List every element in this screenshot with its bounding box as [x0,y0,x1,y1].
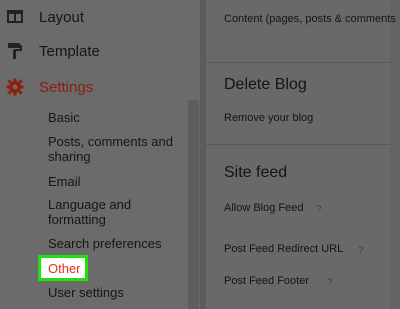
main-panel-edge [390,0,400,309]
help-icon[interactable]: ? [313,203,325,215]
main-panel [206,0,400,309]
section-divider [206,144,390,145]
section-divider [206,62,390,63]
settings-item-email[interactable]: Email [48,174,81,189]
help-icon[interactable]: ? [355,244,367,256]
sidebar-scrollbar-thumb[interactable] [188,100,199,309]
delete-blog-heading: Delete Blog [224,76,307,93]
paint-roller-icon [8,43,22,59]
sidebar-item-label: Layout [39,8,85,26]
settings-item-user-settings[interactable]: User settings [48,285,124,300]
sidebar-item-label: Template [39,42,100,60]
gear-icon [6,78,24,96]
settings-item-basic[interactable]: Basic [48,110,80,125]
remove-blog-link[interactable]: Remove your blog [224,112,313,124]
post-feed-redirect-url-label: Post Feed Redirect URL [224,243,344,255]
settings-item-other[interactable]: Other [48,261,81,276]
allow-blog-feed-label: Allow Blog Feed [224,202,304,214]
sidebar-item-layout[interactable]: Layout [0,3,186,31]
sidebar-item-template[interactable]: Template [0,37,186,65]
settings-item-language-formatting[interactable]: Language and formatting [48,197,138,227]
sidebar: Layout Template Settings Basic Posts, co… [0,0,200,309]
post-feed-footer-label: Post Feed Footer [224,275,309,287]
help-icon[interactable]: ? [324,276,336,288]
sidebar-item-settings[interactable]: Settings [0,73,186,101]
content-row-label: Content (pages, posts & comments [224,13,396,25]
site-feed-heading: Site feed [224,164,288,181]
sidebar-item-label: Settings [39,78,94,96]
layout-icon [7,10,23,23]
settings-item-posts-comments-sharing[interactable]: Posts, comments and sharing [48,134,180,164]
settings-item-search-preferences[interactable]: Search preferences [48,236,161,251]
